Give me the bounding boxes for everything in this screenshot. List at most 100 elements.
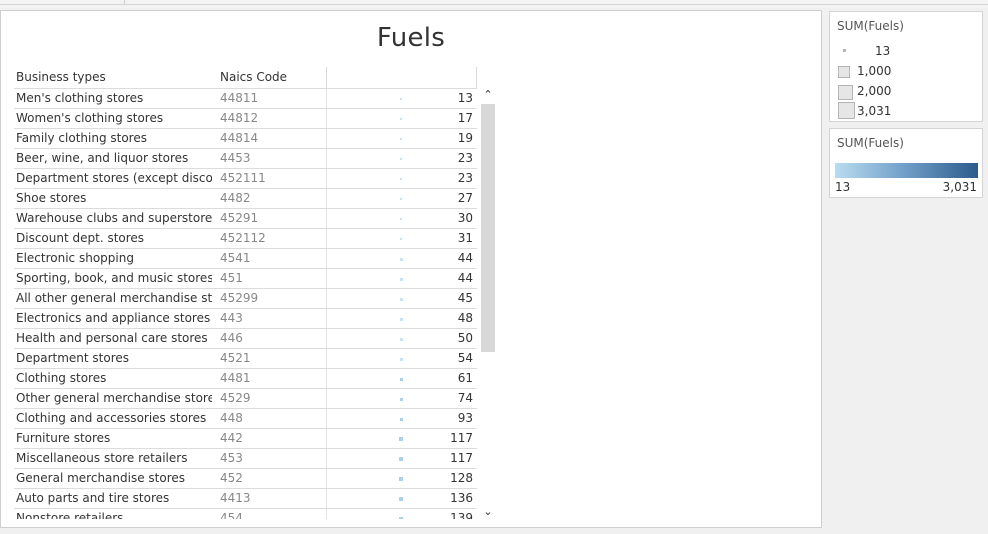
vertical-scrollbar[interactable]: ⌃ ⌄	[480, 88, 496, 519]
naics-code-cell: 4413	[220, 491, 251, 505]
business-type-cell: Men's clothing stores	[16, 91, 144, 105]
table-row[interactable]: Department stores (except discou.. 452111…	[14, 168, 477, 189]
column-divider	[326, 289, 327, 309]
size-mark[interactable]	[399, 337, 403, 341]
size-mark[interactable]	[399, 517, 403, 519]
sum-fuels-value: 13	[457, 91, 473, 105]
column-divider	[326, 149, 327, 169]
business-type-cell: Electronics and appliance stores	[16, 311, 211, 325]
business-type-cell: Auto parts and tire stores	[16, 491, 170, 505]
naics-code-cell: 4481	[220, 371, 251, 385]
size-mark[interactable]	[399, 317, 403, 321]
column-divider	[326, 489, 327, 509]
business-type-cell: Women's clothing stores	[16, 111, 164, 125]
table-row[interactable]: Discount dept. stores 452112 31	[14, 228, 477, 249]
naics-code-cell: 4521	[220, 351, 251, 365]
size-swatch-icon	[838, 85, 853, 100]
size-mark[interactable]	[400, 158, 402, 160]
table-row[interactable]: Clothing stores 4481 61	[14, 368, 477, 389]
sum-fuels-value: 128	[450, 471, 473, 485]
naics-code-cell: 452	[220, 471, 243, 485]
size-legend-title: SUM(Fuels)	[837, 19, 904, 33]
size-mark[interactable]	[400, 198, 402, 200]
table-row[interactable]: Sporting, book, and music stores 451 44	[14, 268, 477, 289]
color-legend[interactable]: SUM(Fuels) 13 3,031	[829, 128, 983, 198]
business-type-cell: Furniture stores	[16, 431, 111, 445]
naics-code-cell: 44814	[220, 131, 259, 145]
sum-fuels-value: 23	[457, 151, 473, 165]
size-mark[interactable]	[399, 257, 403, 261]
color-legend-max: 3,031	[942, 180, 977, 194]
column-divider	[326, 409, 327, 429]
table-row[interactable]: Auto parts and tire stores 4413 136	[14, 488, 477, 509]
table-row[interactable]: Women's clothing stores 44812 17	[14, 108, 477, 129]
sum-fuels-value: 50	[457, 331, 473, 345]
size-mark[interactable]	[400, 98, 402, 100]
naics-code-cell: 454	[220, 511, 243, 519]
table-row[interactable]: Miscellaneous store retailers 453 117	[14, 448, 477, 469]
chevron-up-icon[interactable]: ⌃	[480, 88, 496, 102]
column-divider	[326, 429, 327, 449]
column-divider	[326, 509, 327, 519]
color-ramp	[835, 163, 978, 178]
naics-code-cell: 4482	[220, 191, 251, 205]
size-mark[interactable]	[399, 477, 403, 481]
column-divider	[326, 129, 327, 149]
column-divider	[326, 229, 327, 249]
sum-fuels-value: 27	[457, 191, 473, 205]
table-row[interactable]: Men's clothing stores 44811 13	[14, 88, 477, 109]
size-mark[interactable]	[400, 118, 402, 120]
table-row[interactable]: Health and personal care stores 446 50	[14, 328, 477, 349]
table-row[interactable]: Nonstore retailers 454 139	[14, 508, 477, 519]
column-header-business-types[interactable]: Business types	[16, 70, 106, 84]
business-type-cell: Department stores	[16, 351, 130, 365]
business-type-cell: Discount dept. stores	[16, 231, 145, 245]
column-divider	[326, 89, 327, 109]
toolbar-divider	[0, 4, 988, 5]
size-mark[interactable]	[399, 417, 403, 421]
table-row[interactable]: Beer, wine, and liquor stores 4453 23	[14, 148, 477, 169]
table-row[interactable]: Clothing and accessories stores 448 93	[14, 408, 477, 429]
size-mark[interactable]	[399, 437, 403, 441]
column-divider	[326, 269, 327, 289]
naics-code-cell: 44811	[220, 91, 259, 105]
table-row[interactable]: Furniture stores 442 117	[14, 428, 477, 449]
business-type-cell: Miscellaneous store retailers	[16, 451, 188, 465]
size-mark[interactable]	[399, 457, 403, 461]
table-row[interactable]: Warehouse clubs and superstores 45291 30	[14, 208, 477, 229]
table-row[interactable]: General merchandise stores 452 128	[14, 468, 477, 489]
table-row[interactable]: Other general merchandise stores 4529 74	[14, 388, 477, 409]
size-mark[interactable]	[399, 297, 403, 301]
column-divider	[326, 349, 327, 369]
column-header-naics-code[interactable]: Naics Code	[220, 70, 287, 84]
business-type-cell: Sporting, book, and music stores	[16, 271, 212, 285]
scrollbar-thumb[interactable]	[481, 104, 495, 352]
business-type-cell: Other general merchandise stores	[16, 391, 212, 405]
table-row[interactable]: Electronics and appliance stores 443 48	[14, 308, 477, 329]
top-toolbar-strip	[0, 0, 988, 8]
size-mark[interactable]	[400, 178, 402, 180]
sum-fuels-value: 31	[457, 231, 473, 245]
size-mark[interactable]	[400, 238, 402, 240]
size-mark[interactable]	[399, 277, 403, 281]
column-divider	[326, 389, 327, 409]
business-type-cell: Clothing stores	[16, 371, 107, 385]
business-type-cell: Shoe stores	[16, 191, 87, 205]
table-row[interactable]: Department stores 4521 54	[14, 348, 477, 369]
size-mark[interactable]	[399, 357, 403, 361]
table-row[interactable]: Electronic shopping 4541 44	[14, 248, 477, 269]
table-row[interactable]: Family clothing stores 44814 19	[14, 128, 477, 149]
size-mark[interactable]	[399, 397, 403, 401]
size-mark[interactable]	[399, 497, 403, 501]
chevron-down-icon[interactable]: ⌄	[480, 505, 496, 519]
naics-code-cell: 4529	[220, 391, 251, 405]
size-mark[interactable]	[399, 377, 403, 381]
table-row[interactable]: Shoe stores 4482 27	[14, 188, 477, 209]
table-row[interactable]: All other general merchandise sto.. 45299…	[14, 288, 477, 309]
size-mark[interactable]	[400, 218, 402, 220]
column-divider	[326, 249, 327, 269]
column-divider	[326, 109, 327, 129]
size-mark[interactable]	[400, 138, 402, 140]
business-type-cell: Department stores (except discou..	[16, 171, 212, 185]
size-legend[interactable]: SUM(Fuels) 13 1,000 2,000 3,031	[829, 11, 983, 122]
